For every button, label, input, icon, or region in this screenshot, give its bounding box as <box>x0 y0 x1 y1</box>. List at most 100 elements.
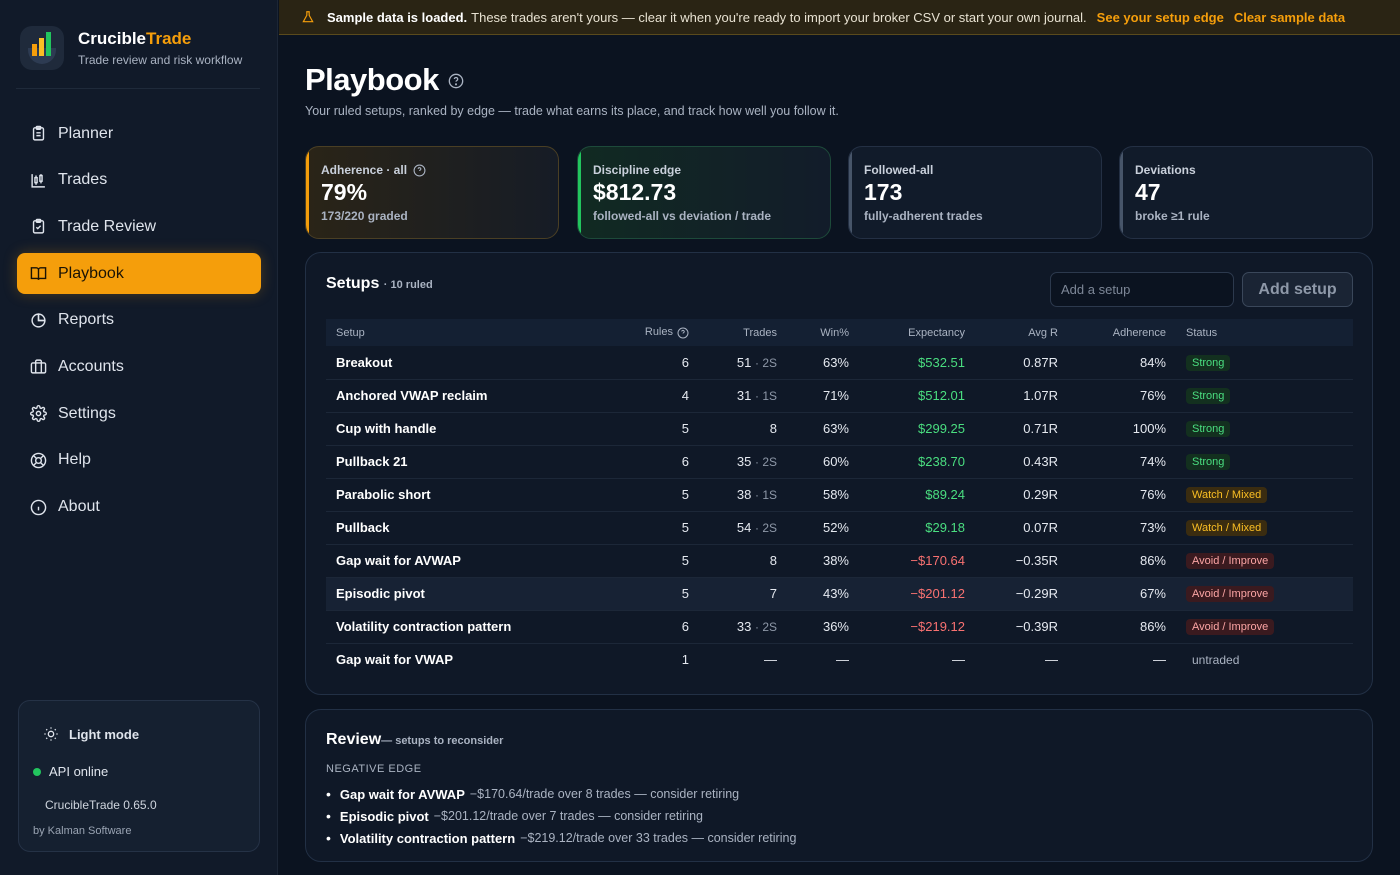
adherence: 74% <box>1068 445 1176 479</box>
setup-name[interactable]: Pullback 21 <box>326 445 626 479</box>
sidebar-item-about[interactable]: About <box>17 487 261 528</box>
sessions-count: · 2S <box>754 521 777 535</box>
avg-r: −0.29R <box>975 577 1068 611</box>
avg-r: 0.29R <box>975 478 1068 512</box>
rules-count: 6 <box>626 445 699 479</box>
setup-name[interactable]: Volatility contraction pattern <box>326 610 626 644</box>
card-note: followed-all vs deviation / trade <box>593 209 772 223</box>
review-list: Gap wait for AVWAP −$170.64/trade over 8 … <box>326 783 796 849</box>
add-setup-input[interactable] <box>1050 272 1234 307</box>
brand-name: CrucibleTrade <box>78 29 192 48</box>
sample-data-banner: Sample data is loaded. These trades aren… <box>279 0 1400 35</box>
setup-name[interactable]: Cup with handle <box>326 412 626 446</box>
review-detail: −$201.12/trade over 7 trades — consider … <box>433 809 704 823</box>
setup-name[interactable]: Breakout <box>326 346 626 380</box>
review-panel: Review— setups to reconsider NEGATIVE ED… <box>305 709 1373 862</box>
win-rate: 52% <box>787 511 859 545</box>
table-row[interactable]: Cup with handle 5 8 63% $299.25 0.71R 100% Stro… <box>326 412 1353 446</box>
table-row[interactable]: Volatility contraction pattern 6 33 · 2S 36… <box>326 610 1353 644</box>
col-setup[interactable]: Setup <box>326 319 626 346</box>
table-row[interactable]: Pullback 5 54 · 2S 52% $29.18 0.07R 73% Watch /… <box>326 511 1353 545</box>
adherence: 76% <box>1068 379 1176 413</box>
trades-count: 35 · 2S <box>699 445 787 479</box>
sidebar-item-trade-review[interactable]: Trade Review <box>17 206 261 247</box>
sidebar-item-help[interactable]: Help <box>17 440 261 481</box>
sessions-count: · 1S <box>754 389 777 403</box>
help-circle-icon[interactable] <box>413 164 426 177</box>
sidebar-item-playbook[interactable]: Playbook <box>17 253 261 295</box>
sidebar-item-label: Reports <box>58 311 115 329</box>
brand[interactable]: CrucibleTrade Trade review and risk work… <box>20 26 242 70</box>
adherence: 76% <box>1068 478 1176 512</box>
card-value: 79% <box>321 179 368 205</box>
table-row[interactable]: Gap wait for AVWAP 5 8 38% −$170.64 −0.35R 86%… <box>326 544 1353 578</box>
review-subtitle: — setups to reconsider <box>381 735 504 747</box>
candlestick-icon <box>29 171 47 189</box>
expectancy: — <box>952 652 965 668</box>
status-cell: Avoid / Improve <box>1176 577 1353 611</box>
list-item: Volatility contraction pattern −$219.12/t… <box>326 827 796 849</box>
crucible-logo-icon <box>20 26 64 70</box>
avg-r: 0.43R <box>975 445 1068 479</box>
light-mode-toggle[interactable]: Light mode <box>43 726 139 742</box>
help-circle-icon[interactable] <box>448 73 464 89</box>
win-rate: 71% <box>787 379 859 413</box>
add-setup-button[interactable]: Add setup <box>1242 272 1353 307</box>
api-status: API online <box>33 764 108 779</box>
sidebar-item-accounts[interactable]: Accounts <box>17 346 261 387</box>
avg-r: 0.87R <box>975 346 1068 380</box>
sessions-count: · 2S <box>754 455 777 469</box>
setup-name[interactable]: Gap wait for VWAP <box>326 643 626 676</box>
card-value: 173 <box>864 179 903 205</box>
setup-name[interactable]: Parabolic short <box>326 478 626 512</box>
card-label: Discipline edge <box>593 163 682 177</box>
table-row[interactable]: Episodic pivot 5 7 43% −$201.12 −0.29R 67% Avoi… <box>326 577 1353 611</box>
table-row[interactable]: Pullback 21 6 35 · 2S 60% $238.70 0.43R 74% Str… <box>326 445 1353 479</box>
table-row[interactable]: Gap wait for VWAP 1 — — — — — untraded <box>326 643 1353 676</box>
clear-sample-data-link[interactable]: Clear sample data <box>1234 10 1345 25</box>
sun-icon <box>44 727 58 741</box>
negative-edge-heading: NEGATIVE EDGE <box>326 763 422 775</box>
col-win[interactable]: Win% <box>787 319 859 346</box>
card-label: Followed-all <box>864 163 934 177</box>
setup-name[interactable]: Pullback <box>326 511 626 545</box>
setup-name[interactable]: Gap wait for AVWAP <box>326 544 626 578</box>
review-setup-name[interactable]: Gap wait for AVWAP <box>340 787 465 802</box>
rules-count: 5 <box>626 511 699 545</box>
discipline-edge-card: Discipline edge $812.73 followed-all vs … <box>577 146 831 239</box>
table-row[interactable]: Breakout 6 51 · 2S 63% $532.51 0.87R 84% Strong <box>326 346 1353 380</box>
review-setup-name[interactable]: Volatility contraction pattern <box>340 831 515 846</box>
trades-count: 7 <box>699 577 787 611</box>
sidebar-item-planner[interactable]: Planner <box>17 113 261 154</box>
col-status[interactable]: Status <box>1176 319 1353 346</box>
col-expectancy[interactable]: Expectancy <box>859 319 975 346</box>
rules-count: 4 <box>626 379 699 413</box>
setup-name[interactable]: Episodic pivot <box>326 577 626 611</box>
status-badge: Avoid / Improve <box>1186 553 1275 569</box>
card-value: 47 <box>1135 179 1161 205</box>
help-circle-icon[interactable] <box>677 327 689 339</box>
sidebar-item-reports[interactable]: Reports <box>17 300 261 341</box>
adherence: 67% <box>1068 577 1176 611</box>
status-cell: Strong <box>1176 379 1353 413</box>
status-badge: Strong <box>1186 421 1231 437</box>
col-trades[interactable]: Trades <box>699 319 787 346</box>
status-cell: Strong <box>1176 412 1353 446</box>
card-accent <box>306 147 309 238</box>
table-row[interactable]: Anchored VWAP reclaim 4 31 · 1S 71% $512.01 1… <box>326 379 1353 413</box>
sidebar-item-trades[interactable]: Trades <box>17 160 261 201</box>
sidebar-footer: Light mode API online CrucibleTrade 0.65… <box>18 700 260 852</box>
avg-r: 0.07R <box>975 511 1068 545</box>
deviations-card: Deviations 47 broke ≥1 rule <box>1119 146 1373 239</box>
col-adherence[interactable]: Adherence <box>1068 319 1176 346</box>
col-avg-r[interactable]: Avg R <box>975 319 1068 346</box>
avg-r: −0.35R <box>975 544 1068 578</box>
see-setup-edge-link[interactable]: See your setup edge <box>1097 10 1224 25</box>
review-setup-name[interactable]: Episodic pivot <box>340 809 429 824</box>
sidebar-item-settings[interactable]: Settings <box>17 393 261 434</box>
setup-name[interactable]: Anchored VWAP reclaim <box>326 379 626 413</box>
card-value: $812.73 <box>593 179 677 205</box>
sidebar-item-label: Planner <box>58 124 114 142</box>
col-rules[interactable]: Rules <box>626 319 699 346</box>
table-row[interactable]: Parabolic short 5 38 · 1S 58% $89.24 0.29R 76%… <box>326 478 1353 512</box>
